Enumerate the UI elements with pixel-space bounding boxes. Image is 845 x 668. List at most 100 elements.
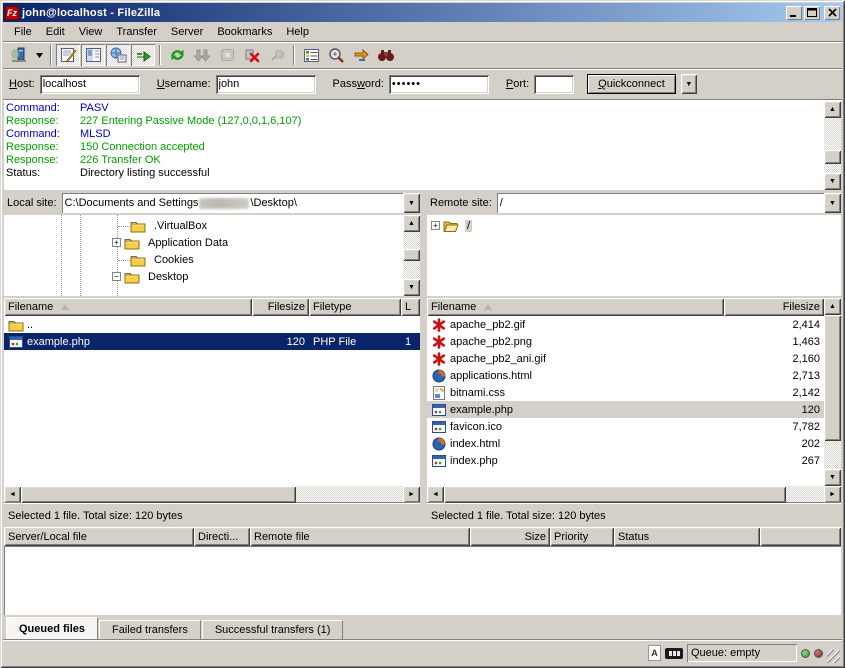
file-row-selected[interactable]: example.php 120 PHP File 1 <box>4 333 420 350</box>
tree-item[interactable]: .VirtualBox <box>4 217 403 234</box>
remote-list-scrollbar[interactable]: ▲ ▼ <box>824 298 841 486</box>
remote-list-hscrollbar[interactable]: ◄ ► <box>427 486 841 503</box>
title-bar[interactable]: Fz john@localhost - FileZilla <box>3 3 842 22</box>
refresh-button[interactable] <box>165 44 189 66</box>
scroll-up-button[interactable]: ▲ <box>824 101 841 118</box>
scroll-left-button[interactable]: ◄ <box>427 486 444 503</box>
synchronized-browsing-button[interactable] <box>349 44 373 66</box>
file-row[interactable]: applications.html2,713 <box>427 367 824 384</box>
toggle-queue-button[interactable] <box>131 44 155 66</box>
cancel-operation-button[interactable] <box>215 44 239 66</box>
toggle-local-tree-button[interactable] <box>81 44 105 66</box>
tab-failed-transfers[interactable]: Failed transfers <box>99 620 201 640</box>
tree-item[interactable]: + / <box>427 217 841 234</box>
toggle-message-log-button[interactable] <box>56 44 80 66</box>
menu-bookmarks[interactable]: Bookmarks <box>210 24 279 40</box>
site-manager-dropdown-button[interactable] <box>32 44 46 66</box>
compare-directories-button[interactable] <box>324 44 348 66</box>
column-header-filetype[interactable]: Filetype <box>309 298 401 316</box>
menu-view[interactable]: View <box>72 24 110 40</box>
tree-item[interactable]: Cookies <box>4 251 403 268</box>
menu-transfer[interactable]: Transfer <box>109 24 164 40</box>
quickconnect-button[interactable]: Quickconnect <box>587 74 676 94</box>
vertical-splitter[interactable] <box>420 192 427 525</box>
file-row[interactable]: index.php267 <box>427 452 824 469</box>
remote-list-body[interactable]: apache_pb2.gif2,414 apache_pb2.png1,463 … <box>427 316 824 486</box>
file-row[interactable]: apache_pb2.gif2,414 <box>427 316 824 333</box>
local-list-body[interactable]: .. example.php 120 PHP File 1 <box>4 316 420 486</box>
menu-file[interactable]: File <box>7 24 39 40</box>
file-row[interactable]: apache_pb2_ani.gif2,160 <box>427 350 824 367</box>
menu-help[interactable]: Help <box>279 24 316 40</box>
local-tree-body[interactable]: .VirtualBox + Application Data Cookies − <box>4 215 403 296</box>
transfer-type-icon[interactable]: A <box>648 645 661 661</box>
queue-body[interactable] <box>4 546 841 615</box>
tree-item[interactable]: + Application Data <box>4 234 403 251</box>
scroll-down-button[interactable]: ▼ <box>824 469 841 486</box>
speed-limits-icon[interactable] <box>665 648 683 659</box>
scroll-thumb[interactable] <box>824 150 841 164</box>
local-tree-scrollbar[interactable]: ▲ ▼ <box>403 215 420 296</box>
column-header-filesize[interactable]: Filesize <box>724 298 824 316</box>
resize-grip[interactable] <box>827 650 840 663</box>
column-header-serverlocal[interactable]: Server/Local file <box>4 527 194 546</box>
disconnect-button[interactable] <box>240 44 264 66</box>
filter-button[interactable] <box>299 44 323 66</box>
column-header-filesize[interactable]: Filesize <box>252 298 309 316</box>
file-row[interactable]: apache_pb2.png1,463 <box>427 333 824 350</box>
process-queue-button[interactable] <box>190 44 214 66</box>
toggle-remote-tree-button[interactable] <box>106 44 130 66</box>
file-row[interactable]: bitnami.css2,142 <box>427 384 824 401</box>
local-list-hscrollbar[interactable]: ◄ ► <box>4 486 420 503</box>
site-manager-button[interactable] <box>7 44 31 66</box>
tab-queued-files[interactable]: Queued files <box>6 617 98 640</box>
tab-successful-transfers[interactable]: Successful transfers (1) <box>202 620 344 640</box>
menu-edit[interactable]: Edit <box>39 24 72 40</box>
scroll-down-button[interactable]: ▼ <box>403 279 420 296</box>
column-header-lastmodified[interactable]: L <box>401 298 420 316</box>
local-site-combo[interactable]: C:\Documents and Settings\Desktop\ <box>62 193 403 213</box>
maximize-button[interactable] <box>804 6 820 20</box>
column-header-direction[interactable]: Directi... <box>194 527 250 546</box>
scroll-thumb[interactable] <box>403 249 420 261</box>
scroll-left-button[interactable]: ◄ <box>4 486 21 503</box>
column-header-filename[interactable]: Filename <box>4 298 252 316</box>
file-row[interactable]: favicon.ico7,782 <box>427 418 824 435</box>
quickconnect-dropdown-button[interactable]: ▼ <box>681 74 697 94</box>
message-log-body[interactable]: Command:PASV Response:227 Entering Passi… <box>4 101 824 190</box>
file-row[interactable]: index.html202 <box>427 435 824 452</box>
tree-item[interactable]: − Desktop <box>4 268 403 285</box>
port-input[interactable] <box>534 75 574 94</box>
find-files-button[interactable] <box>374 44 398 66</box>
scroll-thumb[interactable] <box>444 486 786 503</box>
expand-icon[interactable]: + <box>112 238 121 247</box>
remote-site-combo[interactable]: / <box>497 193 824 213</box>
host-input[interactable] <box>40 75 140 94</box>
reconnect-button[interactable] <box>265 44 289 66</box>
local-site-dropdown-button[interactable]: ▼ <box>403 193 420 213</box>
column-header-filename[interactable]: Filename <box>427 298 724 316</box>
column-header-size[interactable]: Size <box>470 527 550 546</box>
scroll-down-button[interactable]: ▼ <box>824 173 841 190</box>
remote-site-dropdown-button[interactable]: ▼ <box>824 193 841 213</box>
minimize-button[interactable] <box>786 6 802 20</box>
expand-icon[interactable]: + <box>431 221 440 230</box>
filezilla-app-icon[interactable]: Fz <box>5 6 19 20</box>
file-row-selected[interactable]: example.php120 <box>427 401 824 418</box>
scroll-up-button[interactable]: ▲ <box>824 298 841 315</box>
scroll-up-button[interactable]: ▲ <box>403 215 420 232</box>
scroll-right-button[interactable]: ► <box>824 486 841 503</box>
scroll-right-button[interactable]: ► <box>403 486 420 503</box>
collapse-icon[interactable]: − <box>112 272 121 281</box>
column-header-status[interactable]: Status <box>614 527 760 546</box>
menu-server[interactable]: Server <box>164 24 210 40</box>
log-scrollbar[interactable]: ▲ ▼ <box>824 101 841 190</box>
column-header-remotefile[interactable]: Remote file <box>250 527 470 546</box>
username-input[interactable] <box>216 75 316 94</box>
scroll-thumb[interactable] <box>21 486 296 503</box>
close-button[interactable] <box>824 6 840 20</box>
remote-tree-body[interactable]: + / <box>427 215 841 296</box>
scroll-thumb[interactable] <box>824 315 841 441</box>
password-input[interactable] <box>389 75 489 94</box>
column-header-priority[interactable]: Priority <box>550 527 614 546</box>
